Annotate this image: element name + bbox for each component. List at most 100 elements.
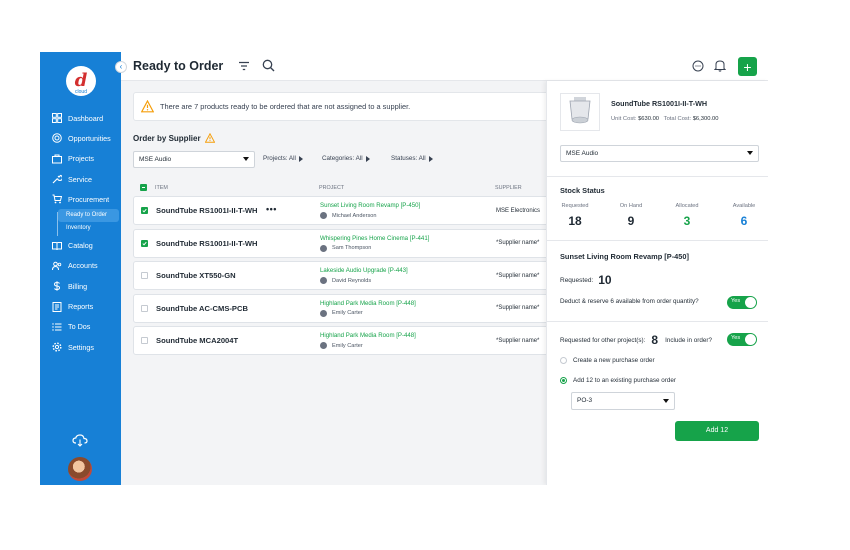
- toggle-yes-label: Yes: [731, 298, 741, 304]
- table-row[interactable]: SoundTube AC-CMS-PCB Highland Park Media…: [133, 293, 553, 323]
- speaker-image: [569, 97, 591, 124]
- table-row[interactable]: SoundTube RS1001I-II-T-WH ••• Sunset Liv…: [133, 196, 553, 225]
- add-to-order-button[interactable]: Add 12: [675, 421, 759, 441]
- sidebar-item-opportunities[interactable]: Opportunities: [40, 128, 121, 148]
- supplier-cell: *Supplier name*: [496, 337, 540, 344]
- project-cell: Lakeside Audio Upgrade [P-443] David Rey…: [320, 267, 496, 284]
- table-row[interactable]: SoundTube MCA2004T Highland Park Media R…: [133, 326, 553, 355]
- categories-filter-label: Categories: All: [322, 155, 363, 162]
- statuses-filter[interactable]: Statuses: All: [391, 155, 433, 162]
- sidebar-item-label: Billing: [68, 281, 88, 291]
- app-logo[interactable]: d cloud: [66, 66, 96, 96]
- other-projects-label: Requested for other project(s):: [560, 336, 646, 344]
- table-row[interactable]: SoundTube XT550-GN Lakeside Audio Upgrad…: [133, 261, 553, 290]
- create-po-option[interactable]: Create a new purchase order: [560, 357, 655, 364]
- projects-filter-label: Projects: All: [263, 155, 296, 162]
- sidebar-subitem-ready-to-order[interactable]: Ready to Order: [58, 209, 119, 223]
- sidebar-item-label: To Dos: [68, 322, 91, 332]
- row-checkbox[interactable]: [141, 239, 148, 247]
- panel-supplier-dropdown[interactable]: MSE Audio: [560, 145, 759, 162]
- project-link[interactable]: Lakeside Audio Upgrade [P-443]: [320, 267, 496, 274]
- item-column-header[interactable]: ITEM: [155, 185, 319, 191]
- cloud-sync-icon[interactable]: [72, 433, 88, 447]
- dollar-icon: [52, 281, 62, 291]
- purchase-order-dropdown[interactable]: PO-3: [571, 392, 675, 410]
- projects-icon: [52, 154, 62, 164]
- divider: [547, 321, 768, 322]
- row-checkbox[interactable]: [141, 304, 148, 312]
- add-existing-po-radio[interactable]: [560, 377, 567, 384]
- user-avatar[interactable]: [68, 457, 92, 481]
- sidebar-item-procurement[interactable]: Procurement: [40, 189, 121, 209]
- row-checkbox[interactable]: [141, 337, 148, 344]
- project-link[interactable]: Whispering Pines Home Cinema [P-441]: [320, 235, 496, 242]
- categories-filter[interactable]: Categories: All: [322, 155, 370, 162]
- users-icon: [52, 261, 62, 271]
- project-column-header[interactable]: PROJECT: [319, 185, 495, 191]
- panel-supplier-value: MSE Audio: [566, 150, 599, 157]
- sidebar-subitem-inventory[interactable]: Inventory: [58, 222, 121, 235]
- item-name-cell: SoundTube RS1001I-II-T-WH •••: [156, 204, 320, 215]
- create-po-radio[interactable]: [560, 357, 567, 364]
- sidebar-item-catalog[interactable]: Catalog: [40, 235, 121, 255]
- project-link[interactable]: Highland Park Media Room [P-448]: [320, 300, 496, 307]
- other-projects-value: 8: [651, 333, 659, 347]
- person-avatar: [320, 342, 327, 349]
- add-button[interactable]: +: [738, 57, 757, 76]
- sidebar-item-label: Accounts: [68, 261, 98, 271]
- person-avatar: [320, 309, 327, 317]
- product-detail-panel: SoundTube RS1001I-II-T-WH Unit Cost: $63…: [546, 81, 768, 485]
- stat-available-value: 6: [740, 214, 748, 228]
- search-icon[interactable]: [262, 59, 275, 72]
- sidebar-item-billing[interactable]: Billing: [40, 276, 121, 296]
- purchase-order-value: PO-3: [577, 397, 593, 404]
- sidebar-item-projects[interactable]: Projects: [40, 149, 121, 169]
- requested-value: 10: [598, 273, 612, 287]
- sidebar-item-label: Reports: [68, 302, 94, 312]
- caret-right-icon: [298, 155, 303, 162]
- book-icon: [52, 241, 62, 251]
- sidebar-item-label: Settings: [68, 342, 94, 352]
- project-link[interactable]: Highland Park Media Room [P-448]: [320, 332, 496, 339]
- sidebar-item-accounts[interactable]: Accounts: [40, 256, 121, 276]
- stock-status-title: Stock Status: [560, 186, 605, 195]
- sidebar: d cloud Dashboard Opportunities Projects…: [40, 52, 121, 485]
- project-link[interactable]: Sunset Living Room Revamp [P-450]: [320, 202, 496, 209]
- sidebar-collapse-button[interactable]: ‹: [115, 61, 127, 73]
- sidebar-item-label: Dashboard: [68, 113, 104, 123]
- project-owner: Emily Carter: [320, 309, 496, 317]
- more-options-icon[interactable]: •••: [266, 204, 277, 214]
- project-cell: Sunset Living Room Revamp [P-450] Michae…: [320, 202, 496, 219]
- sidebar-item-to-dos[interactable]: To Dos: [40, 317, 121, 337]
- logo-text: cloud: [75, 89, 87, 95]
- deduct-toggle[interactable]: Yes: [727, 296, 757, 309]
- add-existing-po-option[interactable]: Add 12 to an existing purchase order: [560, 377, 676, 384]
- projects-filter[interactable]: Projects: All: [263, 155, 303, 162]
- filter-icon[interactable]: [238, 60, 250, 72]
- supplier-cell: MSE Electronics: [496, 207, 541, 214]
- products-table: ITEM PROJECT SUPPLIER SoundTube RS1001I-…: [133, 179, 553, 359]
- total-cost-label: Total Cost:: [663, 116, 692, 122]
- table-row[interactable]: SoundTube RS1001I-II-T-WH Whispering Pin…: [133, 228, 553, 258]
- bell-icon[interactable]: [714, 59, 726, 72]
- row-checkbox[interactable]: [141, 272, 148, 279]
- supplier-column-header[interactable]: SUPPLIER: [495, 185, 522, 191]
- project-owner: Michael Anderson: [320, 212, 496, 219]
- chevron-down-icon: [747, 151, 753, 155]
- sidebar-item-label: Opportunities: [68, 133, 111, 143]
- deduct-label: Deduct & reserve 6 available from order …: [560, 298, 699, 305]
- item-name: SoundTube RS1001I-II-T-WH: [156, 206, 258, 215]
- row-checkbox[interactable]: [141, 207, 148, 214]
- list-icon: [52, 322, 62, 332]
- include-toggle[interactable]: Yes: [727, 333, 757, 346]
- sidebar-item-dashboard[interactable]: Dashboard: [40, 108, 121, 128]
- chat-icon[interactable]: [692, 60, 704, 72]
- sidebar-item-reports[interactable]: Reports: [40, 296, 121, 316]
- sidebar-item-service[interactable]: Service: [40, 169, 121, 189]
- sidebar-item-label: Service: [68, 174, 92, 184]
- sidebar-item-settings[interactable]: Settings: [40, 337, 121, 357]
- sidebar-item-label: Projects: [68, 154, 94, 164]
- main-content: There are 7 products ready to be ordered…: [121, 81, 553, 485]
- select-all-checkbox[interactable]: [140, 184, 147, 191]
- supplier-dropdown[interactable]: MSE Audio: [133, 151, 255, 168]
